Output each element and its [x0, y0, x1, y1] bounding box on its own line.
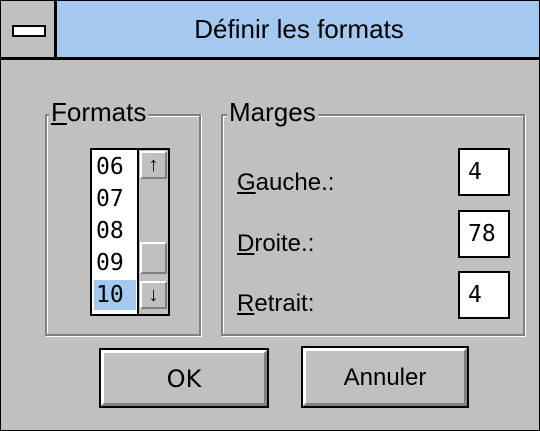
list-item-selected[interactable]: 10	[94, 280, 136, 310]
dialog-window: Définir les formats Formats 06 07 08 09 …	[0, 0, 540, 431]
arrow-up-icon: ↑	[148, 154, 159, 176]
list-item[interactable]: 07	[94, 184, 136, 214]
list-item[interactable]: 08	[94, 216, 136, 246]
scroll-thumb[interactable]	[140, 242, 167, 274]
scroll-up-button[interactable]: ↑	[140, 151, 167, 179]
gauche-label: Gauche.:	[237, 169, 335, 196]
retrait-input[interactable]: 4	[458, 271, 510, 319]
droite-label: Droite.:	[237, 230, 315, 257]
ok-button-label: OK	[166, 365, 202, 393]
scroll-down-button[interactable]: ↓	[140, 281, 167, 309]
gauche-input[interactable]: 4	[458, 148, 510, 196]
system-menu-icon	[12, 25, 46, 37]
vertical-scrollbar[interactable]: ↑ ↓	[137, 150, 168, 314]
ok-button[interactable]: OK	[99, 348, 269, 408]
arrow-down-icon: ↓	[148, 284, 159, 306]
window-title: Définir les formats	[194, 14, 404, 44]
droite-input[interactable]: 78	[458, 210, 510, 258]
annuler-button-label: Annuler	[343, 364, 427, 391]
retrait-label: Retrait:	[237, 290, 315, 317]
formats-group-label: Formats	[49, 97, 149, 127]
title-bar: Définir les formats	[1, 1, 539, 60]
marges-group-label: Marges	[227, 97, 318, 127]
system-menu-button[interactable]	[1, 1, 57, 57]
list-item[interactable]: 06	[94, 152, 136, 182]
formats-listbox[interactable]: 06 07 08 09 10 ↑ ↓	[90, 148, 170, 316]
list-item[interactable]: 09	[94, 248, 136, 278]
annuler-button[interactable]: Annuler	[301, 346, 469, 408]
